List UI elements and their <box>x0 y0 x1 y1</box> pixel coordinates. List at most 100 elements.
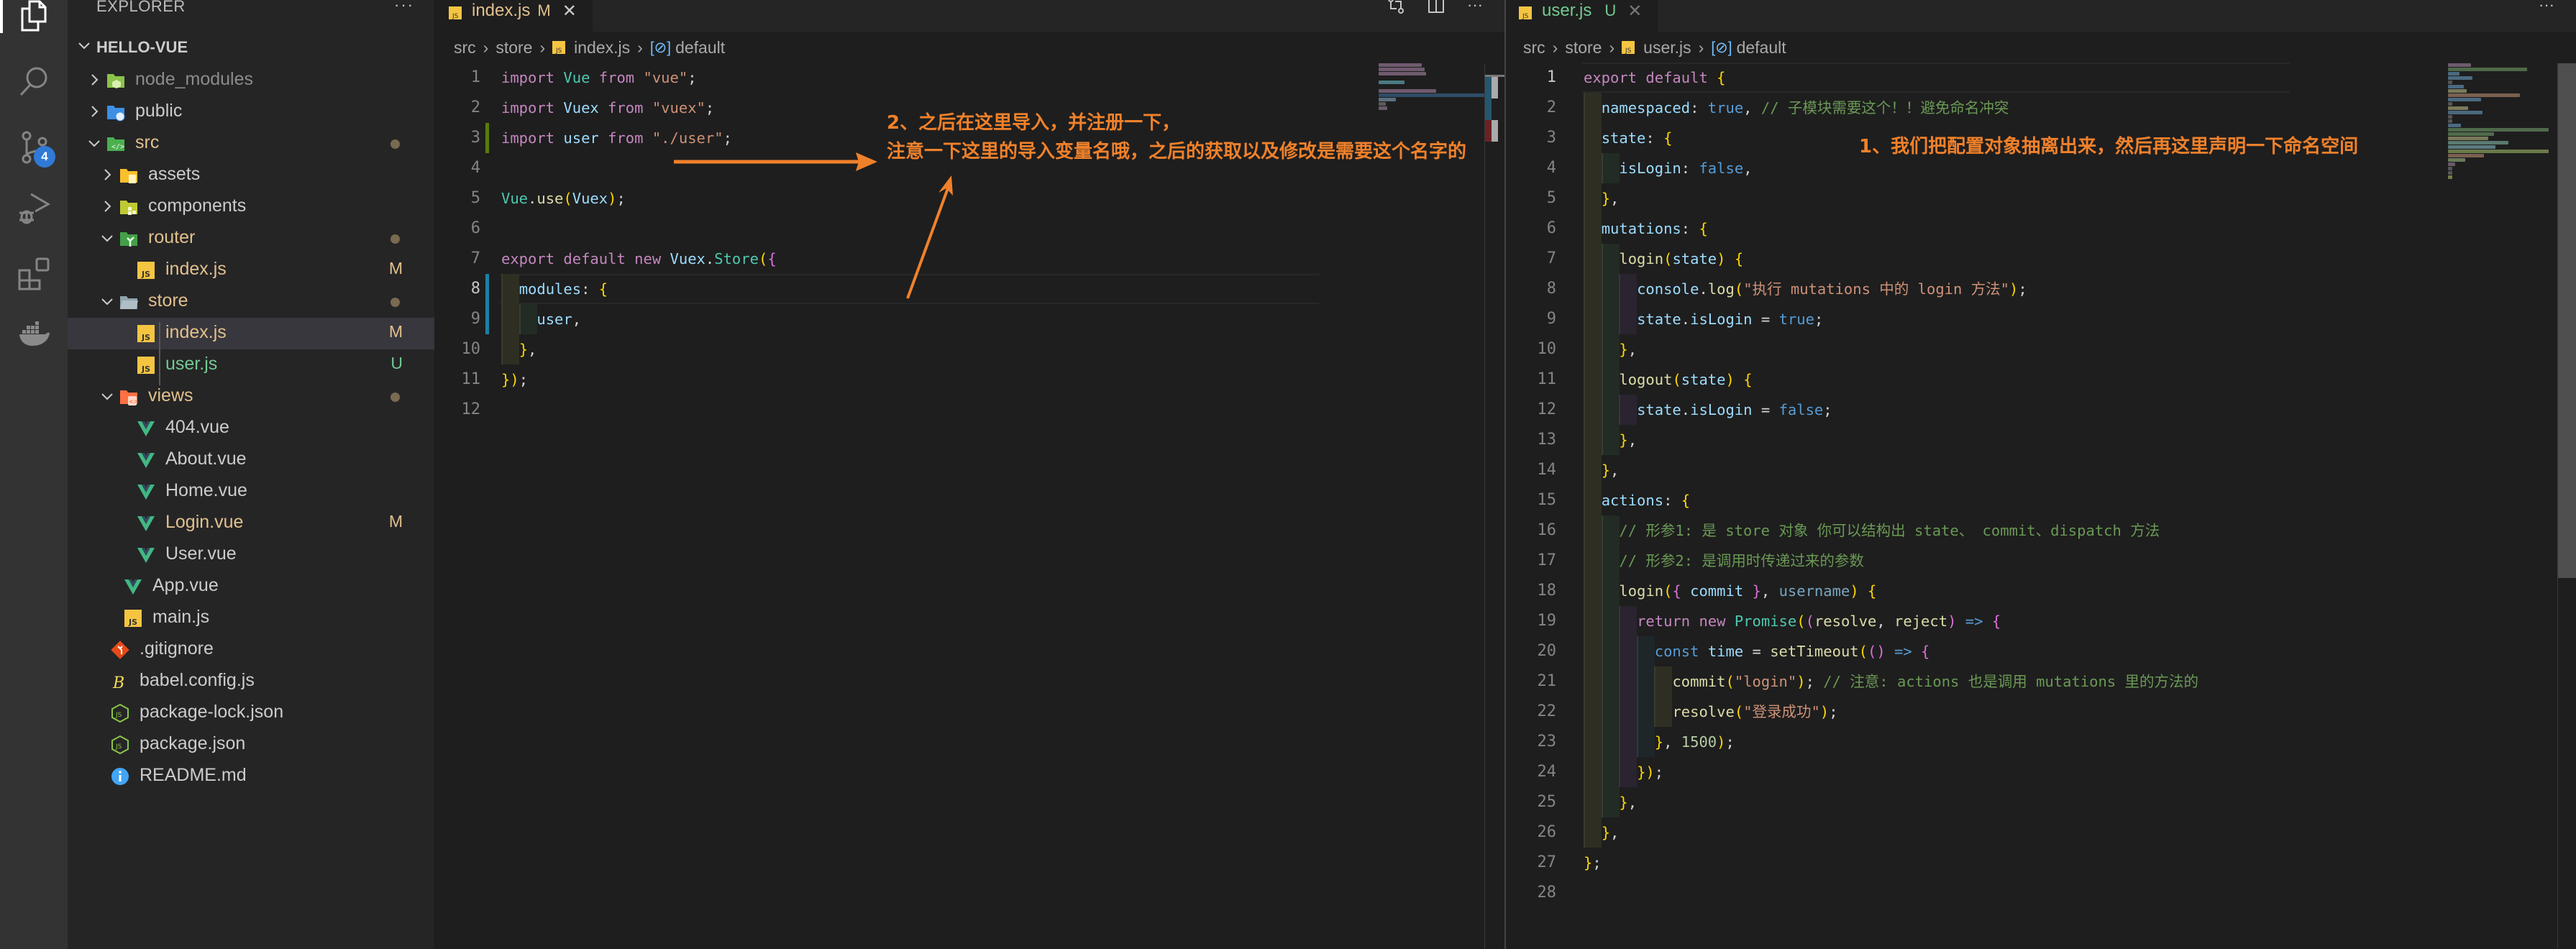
code-line[interactable]: 28 <box>1506 878 2441 908</box>
tree-file[interactable]: User.vue <box>68 539 434 571</box>
tree-folder[interactable]: <> views <box>68 381 434 413</box>
open-changes-icon[interactable] <box>1387 0 1405 14</box>
tree-folder[interactable]: components <box>68 191 434 223</box>
code-line[interactable]: 24 }); <box>1506 757 2441 787</box>
code-line[interactable]: 1 import Vue from "vue"; <box>434 63 1470 93</box>
code-line[interactable]: 15 actions: { <box>1506 485 2441 515</box>
code-line[interactable]: 17 // 形参2: 是调用时传递过来的参数 <box>1506 546 2441 576</box>
chevron-right-icon[interactable] <box>86 104 102 119</box>
breadcrumb-item[interactable]: index.js <box>574 38 630 58</box>
workspace-root[interactable]: HELLO-VUE <box>68 35 434 60</box>
more-actions-icon[interactable]: ··· <box>1467 0 1483 14</box>
tree-file[interactable]: JS index.js M <box>68 255 434 286</box>
chevron-down-icon[interactable] <box>99 388 115 404</box>
vertical-scrollbar[interactable] <box>2557 63 2576 949</box>
explorer-more-button[interactable]: ··· <box>394 0 414 14</box>
vertical-scrollbar[interactable] <box>1484 63 1504 949</box>
code-line[interactable]: 26 }, <box>1506 817 2441 848</box>
activity-run-debug[interactable] <box>0 180 68 237</box>
code-line[interactable]: 13 }, <box>1506 425 2441 455</box>
code-editor-right[interactable]: 1 export default {2 namespaced: true, // … <box>1506 63 2441 908</box>
activity-source-control[interactable]: 4 <box>0 119 68 176</box>
code-line[interactable]: 10 }, <box>434 334 1470 365</box>
tab-close-button[interactable]: ✕ <box>562 1 577 22</box>
chevron-right-icon[interactable] <box>99 198 115 214</box>
tree-folder[interactable]: store <box>68 286 434 318</box>
minimap[interactable] <box>2448 63 2556 180</box>
breadcrumb-item[interactable]: src <box>454 38 476 58</box>
code-line[interactable]: 27}; <box>1506 848 2441 878</box>
git-modified-gutter[interactable] <box>485 274 489 304</box>
minimap[interactable] <box>1379 63 1494 111</box>
tree-folder[interactable]: public <box>68 96 434 128</box>
code-line[interactable]: 20 const time = setTimeout(() => { <box>1506 636 2441 666</box>
breadcrumb-item[interactable]: default <box>1737 38 1786 58</box>
code-line[interactable]: 7 login(state) { <box>1506 244 2441 274</box>
code-line[interactable]: 5 Vue.use(Vuex); <box>434 183 1470 214</box>
code-line[interactable]: 9 user, <box>434 304 1470 334</box>
breadcrumb-item[interactable]: src <box>1523 38 1545 58</box>
tree-file[interactable]: JS main.js <box>68 602 434 634</box>
tree-file[interactable]: README.md <box>68 761 434 792</box>
code-line[interactable]: 22 resolve("登录成功"); <box>1506 697 2441 727</box>
tab-user-js[interactable]: JS user.js U ✕ <box>1506 0 1658 32</box>
more-actions-icon[interactable]: ··· <box>2539 0 2554 14</box>
tree-file[interactable]: Home.vue <box>68 476 434 508</box>
code-line[interactable]: 6 mutations: { <box>1506 214 2441 244</box>
tab-close-button[interactable]: ✕ <box>1627 1 1642 22</box>
chevron-right-icon[interactable] <box>86 72 102 88</box>
code-line[interactable]: 8 console.log("执行 mutations 中的 login 方法"… <box>1506 274 2441 304</box>
code-line[interactable]: 12 state.isLogin = false; <box>1506 395 2441 425</box>
tree-file[interactable]: JS package.json <box>68 729 434 761</box>
tree-file[interactable]: JS package-lock.json <box>68 697 434 729</box>
activity-extensions[interactable] <box>0 244 68 302</box>
code-line[interactable]: 14 }, <box>1506 455 2441 485</box>
code-line[interactable]: 8 modules: { <box>434 274 1470 304</box>
code-line[interactable]: 21 commit("login"); // 注意: actions 也是调用 … <box>1506 666 2441 697</box>
activity-search[interactable] <box>0 52 68 109</box>
code-line[interactable]: 11 logout(state) { <box>1506 365 2441 395</box>
tree-file[interactable]: JS user.js U <box>68 349 434 381</box>
split-editor-icon[interactable] <box>1427 0 1445 14</box>
tree-folder[interactable]: assets <box>68 160 434 191</box>
code-line[interactable]: 2 namespaced: true, // 子模块需要这个！！避免命名冲突 <box>1506 93 2441 123</box>
code-line[interactable]: 16 // 形参1: 是 store 对象 你可以结构出 state、 comm… <box>1506 515 2441 546</box>
breadcrumb-item[interactable]: default <box>675 38 725 58</box>
activity-explorer[interactable] <box>0 0 68 45</box>
tree-file[interactable]: 404.vue <box>68 413 434 444</box>
tree-folder[interactable]: router <box>68 223 434 255</box>
code-line[interactable]: 1 export default { <box>1506 63 2441 93</box>
code-line[interactable]: 19 return new Promise((resolve, reject) … <box>1506 606 2441 636</box>
code-line[interactable]: 18 login({ commit }, username) { <box>1506 576 2441 606</box>
tree-folder[interactable]: </> src <box>68 128 434 160</box>
code-line[interactable]: 11}); <box>434 365 1470 395</box>
tab-index-js[interactable]: JS index.js M ✕ <box>434 0 593 32</box>
code-line[interactable]: 12 <box>434 395 1470 425</box>
tree-file[interactable]: App.vue <box>68 571 434 602</box>
code-line[interactable]: 6 <box>434 214 1470 244</box>
chevron-right-icon[interactable] <box>99 167 115 183</box>
code-line[interactable]: 9 state.isLogin = true; <box>1506 304 2441 334</box>
tree-file[interactable]: Login.vue M <box>68 508 434 539</box>
code-line[interactable]: 23 }, 1500); <box>1506 727 2441 757</box>
git-modified-gutter[interactable] <box>485 304 489 334</box>
tree-file[interactable]: .gitignore <box>68 634 434 666</box>
code-line[interactable]: 10 }, <box>1506 334 2441 365</box>
code-line[interactable]: 7 export default new Vuex.Store({ <box>434 244 1470 274</box>
tree-file[interactable]: Bbabel.config.js <box>68 666 434 697</box>
breadcrumb-item[interactable]: store <box>495 38 532 58</box>
code-text: commit("login"); // 注意: actions 也是调用 mut… <box>1672 673 2198 690</box>
chevron-down-icon[interactable] <box>86 135 102 151</box>
chevron-down-icon[interactable] <box>99 293 115 309</box>
breadcrumb-item[interactable]: store <box>1565 38 1602 58</box>
breadcrumb-item[interactable]: user.js <box>1643 38 1691 58</box>
chevron-down-icon[interactable] <box>99 230 115 246</box>
activity-docker[interactable] <box>0 306 68 363</box>
tree-folder[interactable]: node_modules <box>68 65 434 96</box>
tree-file[interactable]: JS index.js M <box>68 318 434 349</box>
scrollbar-thumb[interactable] <box>2558 63 2576 578</box>
tree-file[interactable]: About.vue <box>68 444 434 476</box>
git-added-gutter[interactable] <box>485 123 489 153</box>
code-line[interactable]: 5 }, <box>1506 183 2441 214</box>
code-line[interactable]: 25 }, <box>1506 787 2441 817</box>
